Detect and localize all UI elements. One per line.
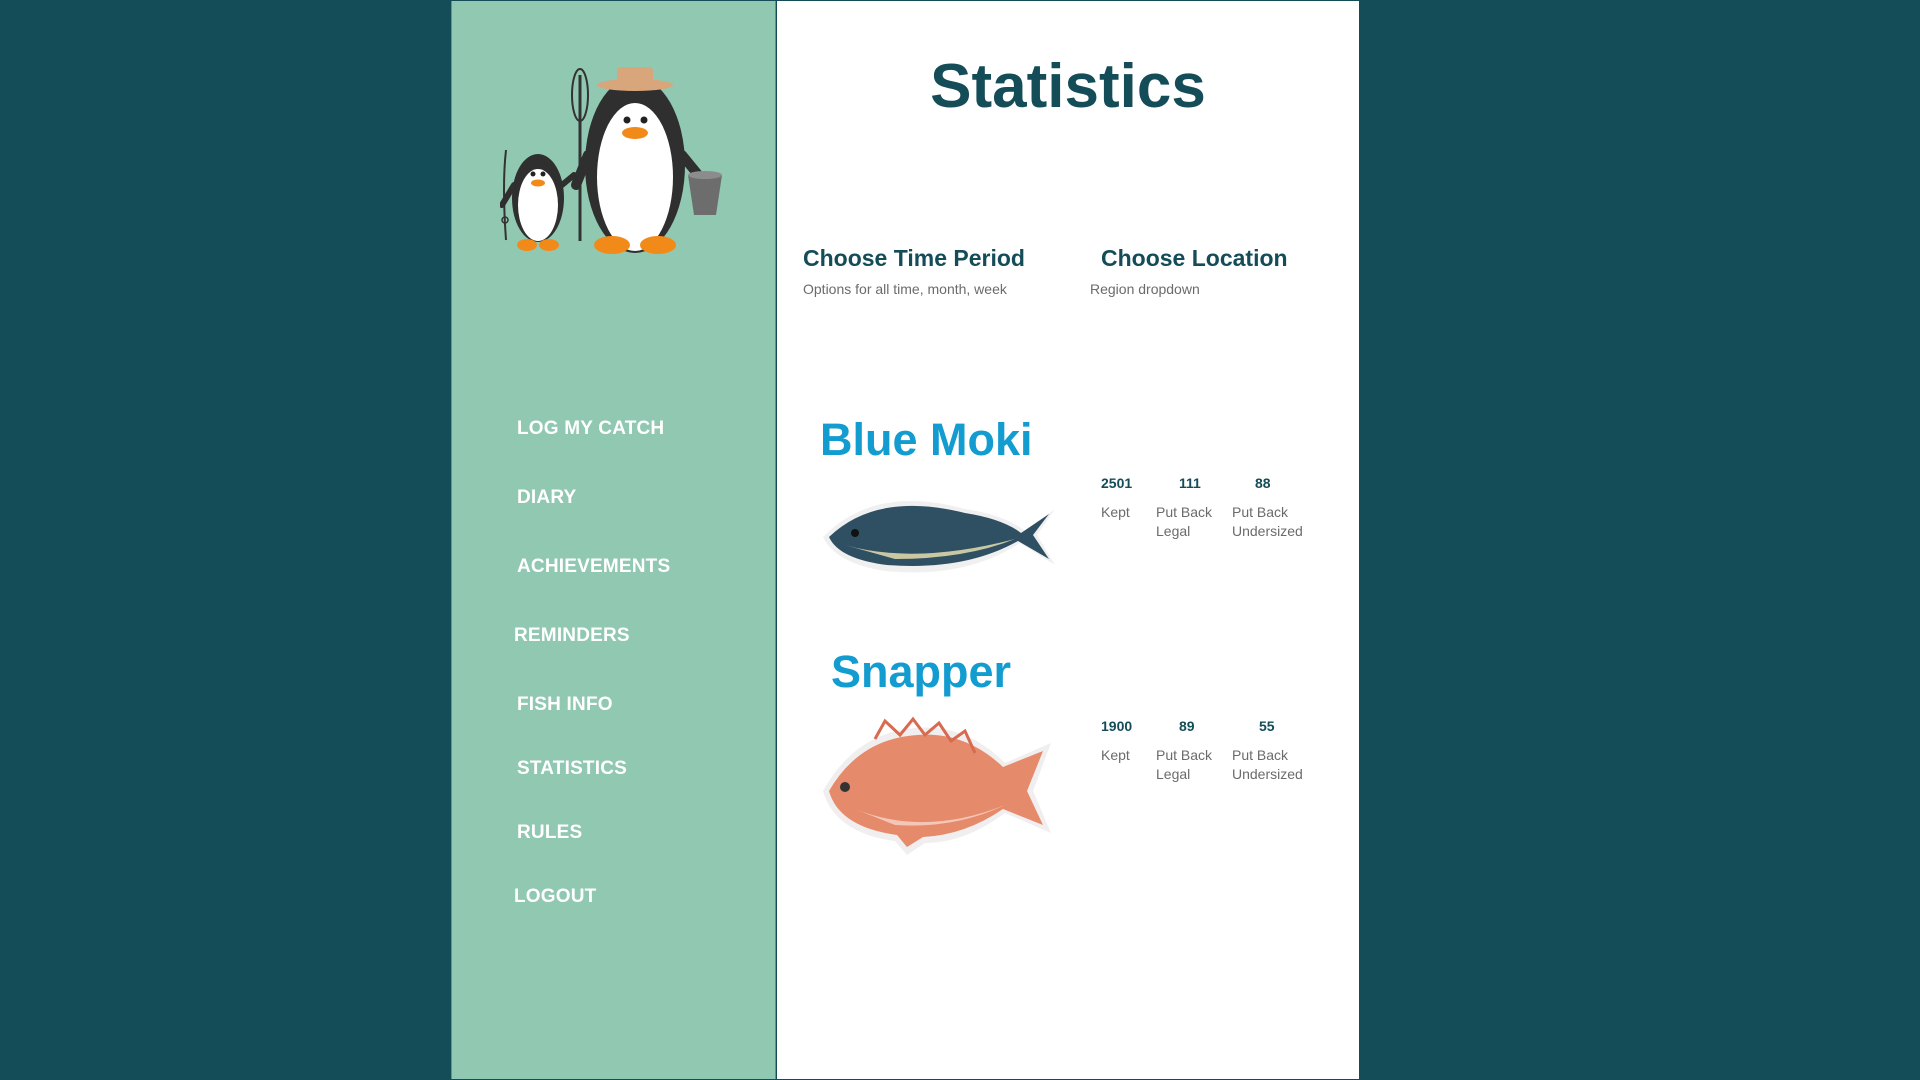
nav-fish-info[interactable]: FISH INFO bbox=[517, 694, 613, 716]
time-period-hint: Options for all time, month, week bbox=[803, 281, 1007, 297]
blue-moki-legal-label: Put Back Legal bbox=[1156, 504, 1213, 539]
main-content: Statistics Choose Time Period Options fo… bbox=[777, 1, 1359, 1079]
snapper-legal-value: 89 bbox=[1179, 718, 1195, 734]
blue-moki-legal-value: 111 bbox=[1179, 475, 1201, 491]
snapper-undersized-value: 55 bbox=[1259, 718, 1275, 734]
page-title: Statistics bbox=[930, 52, 1206, 121]
nav-reminders[interactable]: REMINDERS bbox=[514, 625, 630, 647]
time-period-selector[interactable]: Choose Time Period bbox=[803, 245, 1025, 272]
nav-achievements[interactable]: ACHIEVEMENTS bbox=[517, 556, 670, 578]
blue-moki-image bbox=[823, 500, 1055, 573]
fish-name-snapper: Snapper bbox=[831, 646, 1012, 697]
fish-name-blue-moki: Blue Moki bbox=[820, 414, 1033, 465]
nav-statistics[interactable]: STATISTICS bbox=[517, 758, 627, 780]
blue-moki-undersized-value: 88 bbox=[1255, 475, 1271, 491]
blue-moki-undersized-label: Put Back Undersized bbox=[1232, 504, 1303, 539]
location-hint: Region dropdown bbox=[1090, 281, 1200, 297]
snapper-image bbox=[823, 716, 1051, 855]
snapper-legal-label: Put Back Legal bbox=[1156, 747, 1213, 782]
nav-rules[interactable]: RULES bbox=[517, 822, 582, 844]
location-selector[interactable]: Choose Location bbox=[1101, 245, 1288, 272]
blue-moki-kept-value: 2501 bbox=[1101, 475, 1133, 491]
penguin-family-logo bbox=[500, 67, 722, 254]
snapper-kept-value: 1900 bbox=[1101, 718, 1133, 734]
snapper-undersized-label: Put Back Undersized bbox=[1232, 747, 1303, 782]
nav-diary[interactable]: DIARY bbox=[517, 487, 576, 509]
sidebar: LOG MY CATCH DIARY ACHIEVEMENTS REMINDER… bbox=[451, 1, 776, 1079]
nav-log-my-catch[interactable]: LOG MY CATCH bbox=[517, 418, 664, 440]
nav-logout[interactable]: LOGOUT bbox=[514, 886, 596, 908]
